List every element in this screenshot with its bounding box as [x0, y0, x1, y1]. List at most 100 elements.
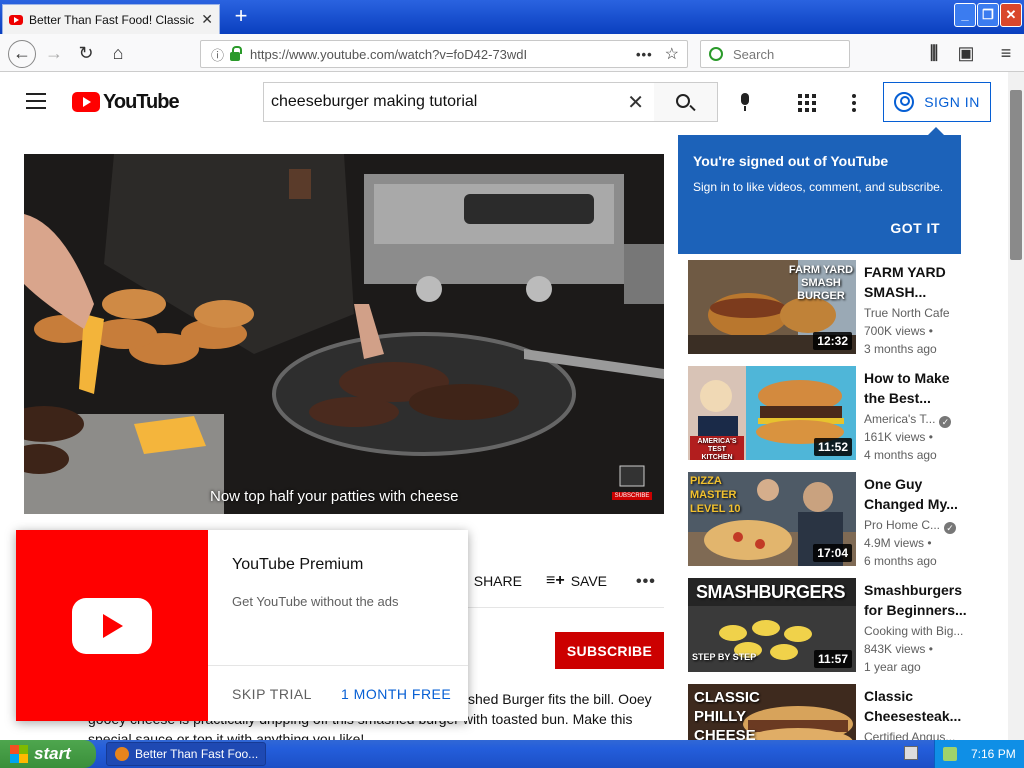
related-title[interactable]: Classic Cheesesteak...	[864, 686, 969, 726]
related-thumbnail[interactable]: CLASSIC PHILLY CHEESE	[688, 684, 856, 740]
related-thumbnail[interactable]: FARM YARD SMASH BURGER 12:32	[688, 260, 856, 354]
save-button[interactable]: ≡+ SAVE	[546, 572, 607, 590]
window-minimize-button[interactable]: _	[954, 3, 976, 27]
related-age: 3 months ago	[864, 342, 937, 356]
start-button[interactable]: start	[0, 740, 96, 768]
related-thumbnail[interactable]: SMASHBURGERS STEP BY STEP 11:57	[688, 578, 856, 672]
printer-tray-icon[interactable]	[904, 746, 918, 760]
system-tray: 7:16 PM	[934, 740, 1024, 768]
library-icon[interactable]: ⫼	[922, 42, 946, 66]
save-label: SAVE	[570, 573, 607, 589]
clear-search-icon[interactable]: ✕	[627, 90, 644, 115]
new-tab-button[interactable]: +	[228, 4, 254, 30]
related-video-5[interactable]: CLASSIC PHILLY CHEESE Classic Cheesestea…	[688, 684, 988, 740]
sidebar-icon[interactable]: ▣	[954, 42, 978, 66]
related-age: 4 months ago	[864, 448, 937, 462]
video-frame	[24, 154, 664, 514]
related-video-3[interactable]: PIZZA MASTER LEVEL 10 17:04 One Guy Chan…	[688, 472, 988, 568]
bookmark-star-icon[interactable]: ☆	[665, 44, 679, 64]
related-thumbnail[interactable]: AMERICA'S TEST KITCHEN 11:52	[688, 366, 856, 460]
youtube-search-input[interactable]: cheeseburger making tutorial ✕	[263, 82, 655, 122]
home-icon[interactable]: ⌂	[106, 42, 130, 66]
sign-in-label: SIGN IN	[924, 94, 980, 110]
related-title[interactable]: How to Make the Best...	[864, 368, 969, 408]
related-views: 161K views •	[864, 430, 933, 444]
related-age: 1 year ago	[864, 660, 921, 674]
taskbar-firefox-item[interactable]: Better Than Fast Foo...	[106, 742, 266, 766]
voice-search-icon[interactable]	[738, 93, 752, 113]
subscribe-watermark[interactable]: SUBSCRIBE	[612, 492, 652, 500]
more-actions-icon[interactable]: •••	[636, 573, 656, 591]
page-actions-icon[interactable]: •••	[636, 47, 653, 62]
start-label: start	[34, 744, 71, 763]
premium-title: YouTube Premium	[232, 556, 364, 573]
taskbar-item-label: Better Than Fast Foo...	[135, 747, 259, 761]
apps-grid-icon[interactable]	[798, 94, 816, 112]
browser-search-placeholder: Search	[733, 46, 775, 62]
signed-out-title: You're signed out of YouTube	[693, 153, 889, 169]
thumbnail-overlay-text: CLASSIC PHILLY CHEESE	[694, 689, 760, 740]
related-channel[interactable]: Certified Angus...	[864, 730, 955, 740]
reload-icon[interactable]: ↻	[74, 42, 98, 66]
related-channel-name[interactable]: Pro Home C...	[864, 518, 940, 532]
clock: 7:16 PM	[971, 747, 1016, 761]
related-age: 6 months ago	[864, 554, 937, 568]
sign-in-button[interactable]: SIGN IN	[883, 82, 991, 122]
related-channel-name[interactable]: America's T...	[864, 412, 935, 426]
youtube-premium-popup: YouTube Premium Get YouTube without the …	[16, 530, 468, 721]
account-icon	[894, 92, 915, 112]
got-it-button[interactable]: GOT IT	[890, 220, 940, 236]
video-player[interactable]	[24, 154, 664, 514]
window-close-button[interactable]: ✕	[1000, 3, 1022, 27]
related-views: 700K views •	[864, 324, 933, 338]
youtube-favicon-icon	[9, 14, 23, 25]
thumbnail-overlay-text: SMASHBURGERS	[696, 582, 846, 602]
related-title[interactable]: One Guy Changed My...	[864, 474, 969, 514]
search-query-text[interactable]: cheeseburger making tutorial	[271, 93, 627, 111]
related-channel[interactable]: True North Cafe	[864, 306, 950, 320]
divider	[468, 607, 664, 608]
guide-menu-icon[interactable]	[26, 93, 46, 109]
tab-title: Better Than Fast Food! Classic Sm	[29, 12, 195, 27]
forward-arrow-icon[interactable]: →	[42, 42, 66, 66]
related-video-4[interactable]: SMASHBURGERS STEP BY STEP 11:57 Smashbur…	[688, 578, 988, 674]
scrollbar-thumb[interactable]	[1010, 90, 1022, 260]
share-label: SHARE	[473, 572, 522, 589]
youtube-logo[interactable]: YouTube	[72, 90, 180, 113]
window-maximize-button[interactable]: ❐	[977, 3, 999, 27]
related-channel[interactable]: Pro Home C... ✓	[864, 518, 957, 534]
premium-banner	[16, 530, 208, 721]
related-title[interactable]: Smashburgers for Beginners...	[864, 580, 969, 620]
url-bar[interactable]: ⓘ https://www.youtube.com/watch?v=foD42-…	[200, 40, 688, 68]
hamburger-menu-icon[interactable]: ≡	[994, 42, 1018, 66]
youtube-play-icon	[72, 92, 100, 112]
duration-badge: 11:52	[813, 438, 852, 456]
related-title[interactable]: FARM YARD SMASH...	[864, 262, 969, 302]
related-video-1[interactable]: FARM YARD SMASH BURGER 12:32 FARM YARD S…	[688, 260, 988, 356]
signed-out-body: Sign in to like videos, comment, and sub…	[693, 180, 944, 194]
browser-search-input[interactable]: Search	[700, 40, 850, 68]
site-info-icon[interactable]: ⓘ	[211, 45, 224, 64]
search-button[interactable]	[654, 82, 718, 122]
tooltip-arrow	[928, 127, 944, 135]
tab-close-icon[interactable]: ✕	[201, 11, 213, 28]
network-tray-icon[interactable]	[943, 747, 957, 761]
related-video-2[interactable]: AMERICA'S TEST KITCHEN 11:52 How to Make…	[688, 366, 988, 462]
youtube-play-icon	[72, 598, 152, 654]
windows-flag-icon	[10, 745, 28, 763]
related-channel[interactable]: America's T... ✓	[864, 412, 952, 428]
url-text[interactable]: https://www.youtube.com/watch?v=foD42-73…	[250, 47, 636, 62]
youtube-logo-text: YouTube	[103, 90, 180, 113]
browser-tab[interactable]: Better Than Fast Food! Classic Sm ✕	[2, 4, 220, 34]
skip-trial-button[interactable]: SKIP TRIAL	[232, 686, 312, 702]
related-thumbnail[interactable]: PIZZA MASTER LEVEL 10 17:04	[688, 472, 856, 566]
back-arrow-icon[interactable]: ←	[8, 40, 36, 68]
firefox-icon	[115, 747, 129, 761]
month-free-button[interactable]: 1 MONTH FREE	[341, 686, 451, 702]
duration-badge: 17:04	[813, 544, 852, 562]
related-channel[interactable]: Cooking with Big...	[864, 624, 963, 638]
playlist-add-icon: ≡+	[546, 572, 565, 589]
subscribe-button[interactable]: SUBSCRIBE	[555, 632, 664, 669]
lock-icon	[230, 45, 243, 61]
settings-more-icon[interactable]	[852, 94, 856, 112]
